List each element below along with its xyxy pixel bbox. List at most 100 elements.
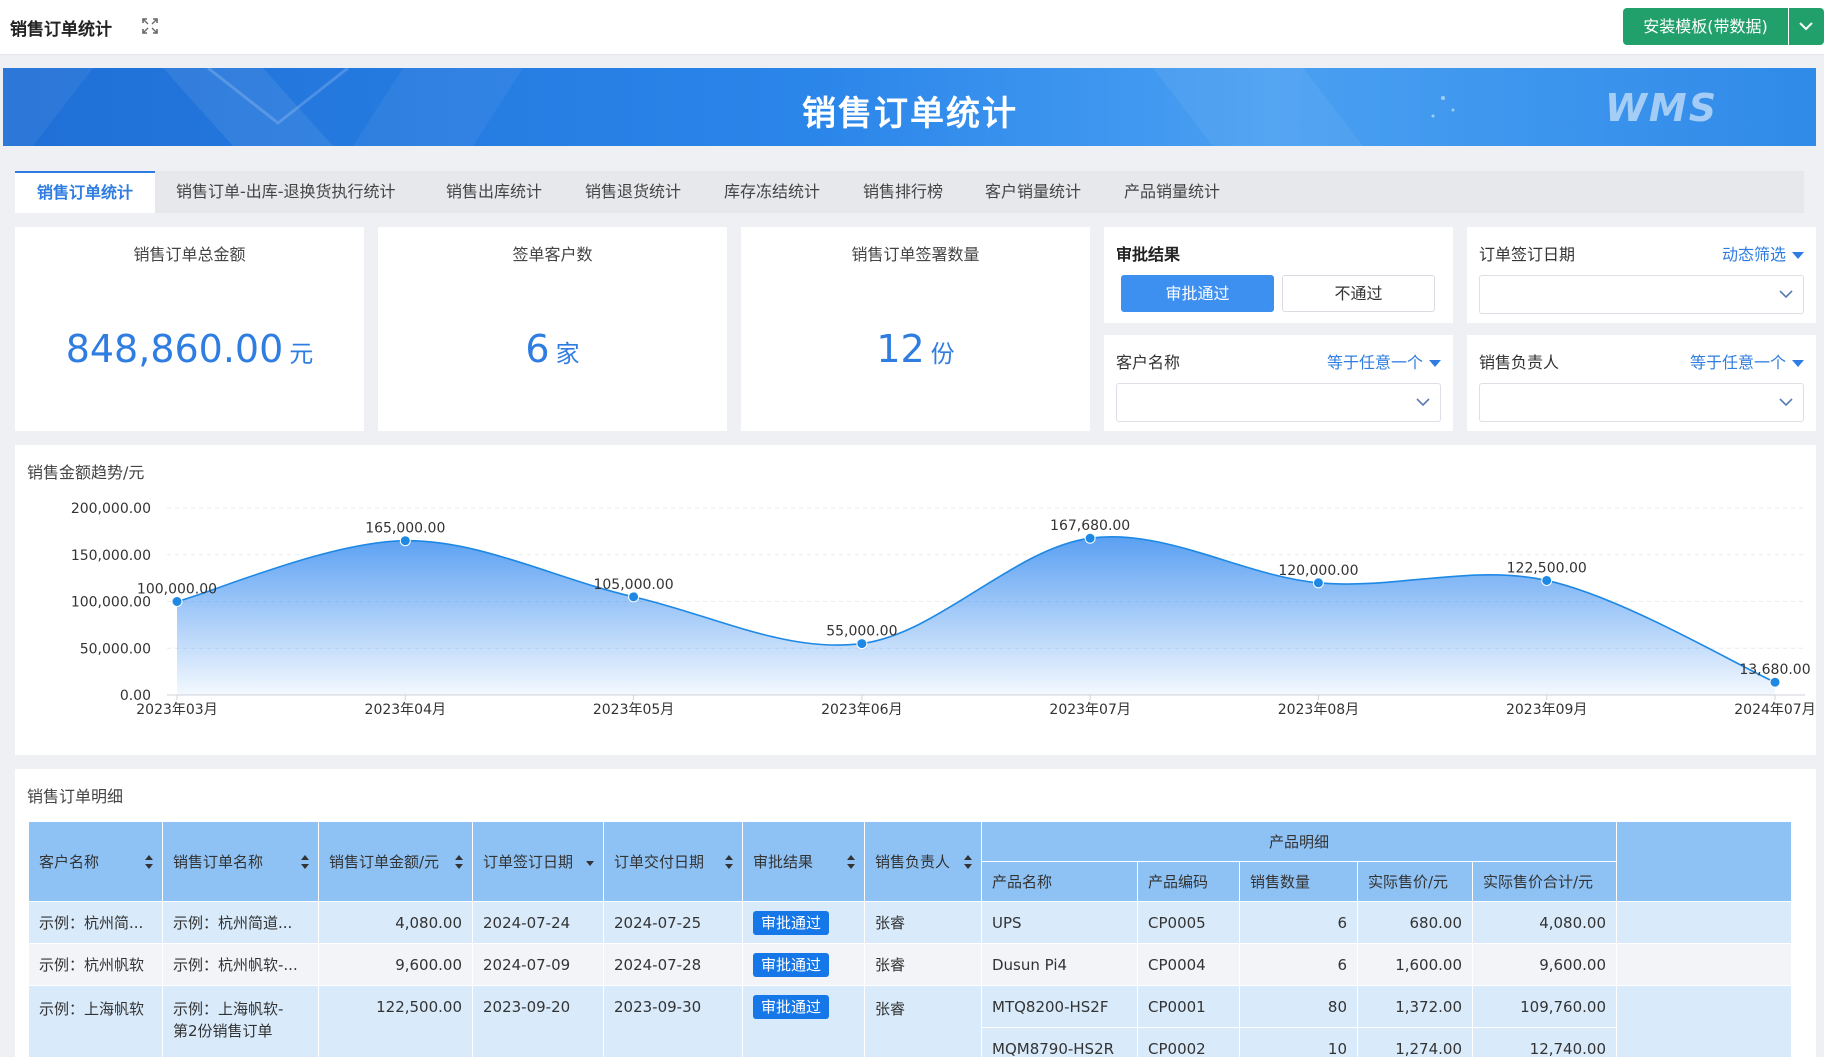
data-point — [1312, 577, 1324, 589]
customer-select[interactable] — [1116, 383, 1441, 422]
cell-deliver-date: 2023-09-30 — [603, 985, 743, 1057]
column-header-amount[interactable]: 销售订单金额/元 — [318, 821, 473, 902]
kpi-number: 12 — [876, 327, 925, 371]
cell-product-code: CP0001 — [1137, 985, 1240, 1028]
cell-qty: 6 — [1239, 901, 1358, 944]
top-bar: 销售订单统计 安装模板(带数据) — [0, 0, 1824, 55]
chevron-down-icon — [1779, 290, 1793, 299]
wms-logo: WMS — [1605, 86, 1719, 130]
caret-down-icon — [1792, 360, 1804, 367]
tab-inventory-freeze[interactable]: 库存冻结统计 — [724, 171, 820, 213]
cell-deliver-date: 2024-07-25 — [603, 901, 743, 944]
kpi-card-customer-count: 签单客户数 6家 — [378, 227, 727, 431]
data-label: 13,680.00 — [1739, 662, 1810, 678]
column-header-product-code[interactable]: 产品编码 — [1137, 861, 1240, 902]
chevron-down-icon — [1799, 22, 1813, 31]
tab-sales-return[interactable]: 销售退货统计 — [585, 171, 681, 213]
filter-mode-selector[interactable]: 动态筛选 — [1722, 241, 1804, 265]
chevron-down-icon — [1416, 398, 1430, 407]
column-header-product-name[interactable]: 产品名称 — [981, 861, 1138, 902]
cell-customer: 示例：杭州帆软 — [28, 943, 163, 986]
column-header-label: 销售订单名称 — [173, 853, 264, 871]
cell-total: 109,760.00 — [1472, 985, 1617, 1028]
cell-amount: 9,600.00 — [318, 943, 473, 986]
cell-approval: 审批通过 — [742, 943, 865, 986]
column-header-total[interactable]: 实际售价合计/元 — [1472, 861, 1617, 902]
tab-customer-sales[interactable]: 客户销量统计 — [985, 171, 1081, 213]
kpi-number: 848,860.00 — [65, 327, 284, 371]
kpi-value: 848,860.00 元 — [15, 327, 364, 371]
sort-icon — [964, 854, 972, 869]
column-header-label: 销售负责人 — [875, 853, 951, 871]
cell-empty — [1616, 901, 1792, 944]
table-row[interactable]: 示例：杭州帆软 示例：杭州帆软-... 9,600.00 2024-07-09 … — [28, 943, 1792, 986]
cell-amount: 122,500.00 — [318, 985, 473, 1057]
column-header-order-name[interactable]: 销售订单名称 — [162, 821, 319, 902]
cell-product-name: Dusun Pi4 — [981, 943, 1138, 986]
filter-mode-selector[interactable]: 等于任意一个 — [1690, 349, 1804, 373]
cell-price: 1,274.00 — [1357, 1027, 1473, 1057]
sales-trend-chart: 0.0050,000.00100,000.00150,000.00200,000… — [71, 501, 1816, 718]
tab-sales-outbound[interactable]: 销售出库统计 — [446, 171, 542, 213]
sign-date-select[interactable] — [1479, 275, 1804, 314]
filter-mode-label: 动态筛选 — [1721, 245, 1786, 264]
tab-order-outbound-return[interactable]: 销售订单-出库-退换货执行统计 — [176, 171, 396, 213]
kpi-card-order-count: 销售订单签署数量 12 份 — [741, 227, 1090, 431]
kpi-unit: 家 — [555, 340, 580, 368]
data-point — [628, 591, 640, 603]
filter-label: 销售负责人 — [1479, 353, 1560, 372]
column-header-qty[interactable]: 销售数量 — [1239, 861, 1358, 902]
column-header-owner[interactable]: 销售负责人 — [864, 821, 982, 902]
kpi-value: 12 份 — [741, 327, 1090, 371]
data-label: 165,000.00 — [365, 521, 445, 537]
filter-mode-label: 等于任意一个 — [1326, 353, 1423, 372]
cell-owner: 张睿 — [864, 985, 982, 1057]
data-point — [1541, 574, 1553, 586]
column-header-label: 审批结果 — [753, 853, 814, 871]
tab-product-sales[interactable]: 产品销量统计 — [1124, 171, 1220, 213]
column-header-label: 销售订单金额/元 — [329, 853, 440, 871]
cell-deliver-date: 2024-07-28 — [603, 943, 743, 986]
owner-select[interactable] — [1479, 383, 1804, 422]
data-label: 120,000.00 — [1278, 563, 1358, 579]
sales-trend-card: 销售金额趋势/元 0.00 50,000.00 100,000.00 150,000.… — [15, 445, 1816, 755]
order-detail-card: 销售订单明细 客户名称 销售订单名称 销售订单金额/元 订单签订日期 订单交付日… — [15, 769, 1816, 1057]
cell-price: 1,372.00 — [1357, 985, 1473, 1028]
cell-sign-date: 2024-07-24 — [472, 901, 604, 944]
sort-icon — [847, 854, 855, 869]
cell-qty: 6 — [1239, 943, 1358, 986]
cell-customer: 示例：上海帆软 — [28, 985, 163, 1057]
filter-label: 订单签订日期 — [1479, 245, 1576, 264]
install-dropdown-button[interactable] — [1789, 8, 1824, 45]
caret-down-icon — [1792, 252, 1804, 259]
filter-mode-selector[interactable]: 等于任意一个 — [1327, 349, 1441, 373]
x-tick-label: 2023年08月 — [1278, 702, 1359, 718]
column-header-sign-date[interactable]: 订单签订日期 — [472, 821, 604, 902]
kpi-card-total-amount: 销售订单总金额 848,860.00 元 — [15, 227, 364, 431]
column-header-deliver-date[interactable]: 订单交付日期 — [603, 821, 743, 902]
install-template-button[interactable]: 安装模板(带数据) — [1623, 8, 1788, 45]
column-header-price[interactable]: 实际售价/元 — [1357, 861, 1473, 902]
cell-empty — [1616, 943, 1792, 986]
tab-sales-order-stats[interactable]: 销售订单统计 — [15, 171, 155, 213]
filter-mode-label: 等于任意一个 — [1689, 353, 1786, 372]
column-header-customer[interactable]: 客户名称 — [28, 821, 163, 902]
table-row[interactable]: 示例：杭州简... 示例：杭州简道... 4,080.00 2024-07-24… — [28, 901, 1792, 944]
column-header-label: 订单交付日期 — [614, 853, 705, 871]
cell-owner: 张睿 — [864, 943, 982, 986]
cell-order-name: 示例：上海帆软- 第2份销售订单 — [162, 985, 319, 1057]
cell-product-name: MTQ8200-HS2F — [981, 985, 1138, 1028]
kpi-unit: 元 — [289, 340, 314, 368]
fullscreen-icon[interactable] — [141, 17, 159, 35]
page-scrollbar-track[interactable] — [1816, 68, 1824, 1057]
cell-product-name: UPS — [981, 901, 1138, 944]
approval-option-rejected[interactable]: 不通过 — [1282, 275, 1435, 312]
status-badge: 审批通过 — [753, 910, 830, 935]
column-header-label: 客户名称 — [39, 853, 100, 871]
cell-price: 1,600.00 — [1357, 943, 1473, 986]
table-row[interactable]: 示例：上海帆软 示例：上海帆软- 第2份销售订单 122,500.00 2023-… — [28, 985, 1792, 1057]
column-header-approval[interactable]: 审批结果 — [742, 821, 865, 902]
tab-sales-ranking[interactable]: 销售排行榜 — [863, 171, 943, 213]
column-header-empty — [1616, 821, 1792, 902]
approval-option-approved[interactable]: 审批通过 — [1121, 275, 1274, 312]
